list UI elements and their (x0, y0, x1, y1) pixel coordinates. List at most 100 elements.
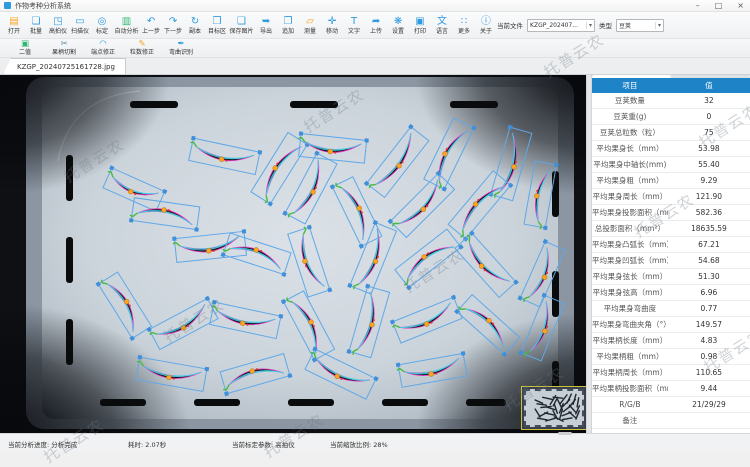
table-row[interactable]: 平均果身粗（mm）9.29 (592, 173, 750, 189)
toolbar-button-duplicate[interactable]: ↻副本 (184, 12, 206, 38)
toolbar-button-save-image[interactable]: ❑保存图片 (228, 12, 255, 38)
toolbar-button-doc-camera[interactable]: ◳高拍仪 (47, 12, 69, 38)
toolbar-button-previous-step[interactable]: ↶上一步 (140, 12, 162, 38)
table-row[interactable]: 平均果身凸弧长（mm）67.21 (592, 237, 750, 253)
row-item-label: 平均果身中轴长(mm) (592, 159, 668, 170)
table-row[interactable]: 备注 (592, 413, 750, 429)
toolbar-button-print[interactable]: ▣打印 (409, 12, 431, 38)
table-row[interactable]: 平均果身弯曲度0.77 (592, 301, 750, 317)
statusbar-splitter-handle[interactable] (558, 432, 572, 435)
row-value: 32 (668, 96, 750, 105)
table-row[interactable]: 平均果身弦长（mm）51.30 (592, 269, 750, 285)
toolbar-button-append[interactable]: ❐追加 (277, 12, 299, 38)
language-icon: 文 (437, 16, 447, 27)
toolbar-button-next-step[interactable]: ↷下一步 (162, 12, 184, 38)
toolbar-button-label: 标定 (96, 28, 108, 35)
table-row[interactable]: R/G/B21/29/29 (592, 397, 750, 413)
row-value: 149.57 (668, 320, 750, 329)
table-row[interactable]: 平均果身弯曲夹角（°）149.57 (592, 317, 750, 333)
toolbar-button-batch[interactable]: ❏批量 (25, 12, 47, 38)
row-value: 54.68 (668, 256, 750, 265)
table-row[interactable]: 平均果身长（mm）53.98 (592, 141, 750, 157)
type-value: 豆荚 (619, 21, 653, 30)
row-value: 0 (668, 112, 750, 121)
row-value: 9.29 (668, 176, 750, 185)
toolbar-button-label: 测量 (304, 28, 316, 35)
window-title: 作物考种分析系统 (15, 1, 71, 11)
row-item-label: 平均果身弯曲度 (592, 303, 668, 314)
toolbar-button-calibration[interactable]: ◎标定 (91, 12, 113, 38)
row-value: 51.30 (668, 272, 750, 281)
toolbar-button-about[interactable]: ⓘ关于 (475, 12, 497, 38)
row-item-label: 平均果身周长（mm） (592, 191, 668, 202)
table-row[interactable]: 平均果柄长度（mm）4.83 (592, 333, 750, 349)
row-item-label: 平均果身凹弧长（mm） (592, 255, 668, 266)
toolbar-button-seed-count-fix[interactable]: ✎粒数修正 (129, 39, 155, 58)
toolbar-button-export[interactable]: ➥导出 (255, 12, 277, 38)
toolbar-button-language[interactable]: 文语言 (431, 12, 453, 38)
toolbar-button-auto-analyze[interactable]: ▥自动分析 (113, 12, 140, 38)
toolbar-button-upload[interactable]: ➦上传 (365, 12, 387, 38)
scanner-icon: ▭ (75, 16, 84, 27)
table-row[interactable]: 平均果身凹弧长（mm）54.68 (592, 253, 750, 269)
table-row[interactable]: 平均果柄粗（mm）0.98 (592, 349, 750, 365)
edit-note-icon: ✎ (138, 40, 145, 49)
main-toolbar: ▤打开❏批量◳高拍仪▭扫描仪◎标定▥自动分析↶上一步↷下一步↻副本❒目标区❑保存… (0, 12, 750, 39)
document-tab-bar: KZGP_20240725161728.jpg (0, 58, 750, 75)
document-tab[interactable]: KZGP_20240725161728.jpg (3, 58, 126, 74)
toolbar-button-label: 追加 (282, 28, 294, 35)
more-grid-icon: ∷ (461, 16, 467, 27)
table-row[interactable]: 豆荚总粒数（粒）75 (592, 125, 750, 141)
image-viewport[interactable] (0, 75, 586, 433)
toolbar-button-target-region[interactable]: ❒目标区 (206, 12, 228, 38)
toolbar-button-settings[interactable]: ❋设置 (387, 12, 409, 38)
toolbar-button-label: 粒数修正 (130, 49, 154, 56)
curve-icon: ◠ (99, 40, 106, 49)
toolbar-button-label: 副本 (189, 28, 201, 35)
toolbar-button-binarize[interactable]: ▣二值 (12, 39, 38, 58)
status-zoom-ratio: 当前缩放比例: 28% (330, 439, 388, 449)
status-progress: 当前分析进度: 分析完成 (8, 439, 77, 449)
toolbar-button-stalk-cut[interactable]: ✂果柄切割 (51, 39, 77, 58)
current-file-label: 当前文件 (497, 20, 523, 30)
table-row[interactable]: 豆荚数量32 (592, 93, 750, 109)
toolbar-button-move[interactable]: ✛移动 (321, 12, 343, 38)
maximize-button[interactable]: □ (715, 1, 723, 10)
toolbar-button-more[interactable]: ∷更多 (453, 12, 475, 38)
refresh-icon: ↻ (191, 16, 199, 27)
folder-open-icon: ▤ (9, 16, 18, 27)
table-row[interactable]: 平均果柄周长（mm）110.65 (592, 365, 750, 381)
row-item-label: 平均果身弦长（mm） (592, 271, 668, 282)
toolbar-button-measure[interactable]: ▱测量 (299, 12, 321, 38)
toolbar-button-bend-detect[interactable]: ✒弯曲识别 (168, 39, 194, 58)
app-icon (4, 2, 11, 9)
window-controls: – □ × (696, 1, 746, 10)
title-bar: 作物考种分析系统 – □ × (0, 0, 750, 12)
table-row[interactable]: 平均果身周长（mm）121.90 (592, 189, 750, 205)
table-row[interactable]: 平均果身投影面积（mm²）582.36 (592, 205, 750, 221)
toolbar-button-text[interactable]: T文字 (343, 12, 365, 38)
toolbar-button-label: 文字 (348, 28, 360, 35)
secondary-toolbar-buttons: ▣二值 ✂果柄切割 ◠端点修正 ✎粒数修正 ✒弯曲识别 (12, 39, 194, 58)
table-row[interactable]: 平均果柄投影面积（mm²）9.44 (592, 381, 750, 397)
toolbar-button-label: 端点修正 (91, 49, 115, 56)
table-row[interactable]: 豆荚重(g)0 (592, 109, 750, 125)
results-table-header: 项目 值 (592, 78, 750, 93)
table-row[interactable]: 平均果身中轴长(mm)55.40 (592, 157, 750, 173)
minimize-button[interactable]: – (696, 1, 700, 10)
analysis-image (0, 75, 586, 433)
close-button[interactable]: × (737, 1, 744, 10)
row-item-label: 平均果身投影面积（mm²） (592, 207, 668, 218)
toolbar-button-label: 导出 (260, 28, 272, 35)
toolbar-button-scanner[interactable]: ▭扫描仪 (69, 12, 91, 38)
toolbar-button-open[interactable]: ▤打开 (3, 12, 25, 38)
table-row[interactable]: 总投影面积（mm²）18635.59 (592, 221, 750, 237)
overview-thumbnail[interactable] (521, 386, 586, 430)
type-dropdown[interactable]: 豆荚 ▾ (616, 19, 664, 32)
toolbar-button-endpoint-fix[interactable]: ◠端点修正 (90, 39, 116, 58)
toolbar-button-label: 上一步 (142, 28, 160, 35)
current-file-dropdown[interactable]: KZGP_202407... ▾ (527, 19, 595, 32)
batch-camera-icon: ❏ (32, 16, 41, 27)
row-value: 55.40 (668, 160, 750, 169)
table-row[interactable]: 平均果身弦高（mm）6.96 (592, 285, 750, 301)
